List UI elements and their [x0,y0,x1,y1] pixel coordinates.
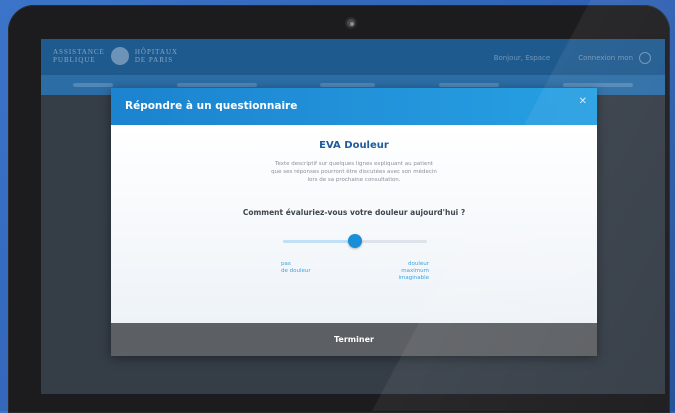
slider-max-label-line-2: maximum [401,268,429,274]
modal-title: Répondre à un questionnaire [125,100,298,112]
nav-item-3[interactable] [320,83,376,87]
brand-line-1: ASSISTANCE [53,48,105,56]
slider-min-label-line-1: pas [281,261,291,267]
brand-line-4: DE PARIS [134,56,174,64]
questionnaire-modal: Répondre à un questionnaire ✕ EVA Douleu… [111,88,597,356]
hospital-logo-icon [110,47,129,65]
questionnaire-description: Texte descriptif sur quelques lignes exp… [254,160,454,184]
screen: ASSISTANCE PUBLIQUE HÔPITAUX DE PARIS Bo… [41,39,665,394]
app-header: ASSISTANCE PUBLIQUE HÔPITAUX DE PARIS Bo… [41,39,665,75]
nav-item-4[interactable] [439,83,500,87]
nav-item-2[interactable] [176,83,257,87]
slider-min-label-line-2: de douleur [281,268,311,274]
camera-icon [345,17,357,29]
header-link-space[interactable]: Bonjour, Espace [494,54,550,62]
slider-max-label-line-3: imaginable [398,275,429,281]
brand-line-3: HÔPITAUX [134,48,179,56]
questionnaire-title: EVA Douleur [319,140,389,151]
brand-text-left: ASSISTANCE PUBLIQUE [53,48,105,64]
pain-slider-thumb[interactable] [348,234,362,248]
tablet-frame: ASSISTANCE PUBLIQUE HÔPITAUX DE PARIS Bo… [8,5,670,413]
header-link-account[interactable]: Connexion mon [578,52,651,64]
question-text: Comment évaluriez-vous votre douleur auj… [242,208,466,217]
slider-max-label-line-1: douleur [407,261,429,267]
slider-min-label: pas de douleur [281,261,311,275]
slider-max-label: douleur maximum imaginable [391,261,429,282]
brand-logo-block[interactable]: ASSISTANCE PUBLIQUE HÔPITAUX DE PARIS [53,47,178,65]
nav-item-5[interactable] [563,83,634,87]
modal-body: EVA Douleur Texte descriptif sur quelque… [111,125,597,323]
header-link-account-label: Connexion mon [578,54,633,62]
header-links: Bonjour, Espace Connexion mon [494,52,651,64]
nav-item-1[interactable] [72,83,113,87]
brand-line-2: PUBLIQUE [53,56,96,64]
description-line-1: Texte descriptif sur quelques lignes exp… [275,161,433,167]
modal-footer: Terminer [111,323,597,356]
close-icon[interactable]: ✕ [579,96,587,107]
finish-button[interactable]: Terminer [111,323,597,356]
pain-slider-track[interactable] [283,234,427,248]
brand-text-right: HÔPITAUX DE PARIS [135,48,178,64]
modal-header: Répondre à un questionnaire ✕ [111,88,597,125]
user-icon [639,52,651,64]
description-line-3: lors de sa prochaine consultation. [307,177,401,183]
description-line-2: que ses réponses pourront être discutées… [271,169,437,175]
pain-slider-fill [283,240,355,243]
